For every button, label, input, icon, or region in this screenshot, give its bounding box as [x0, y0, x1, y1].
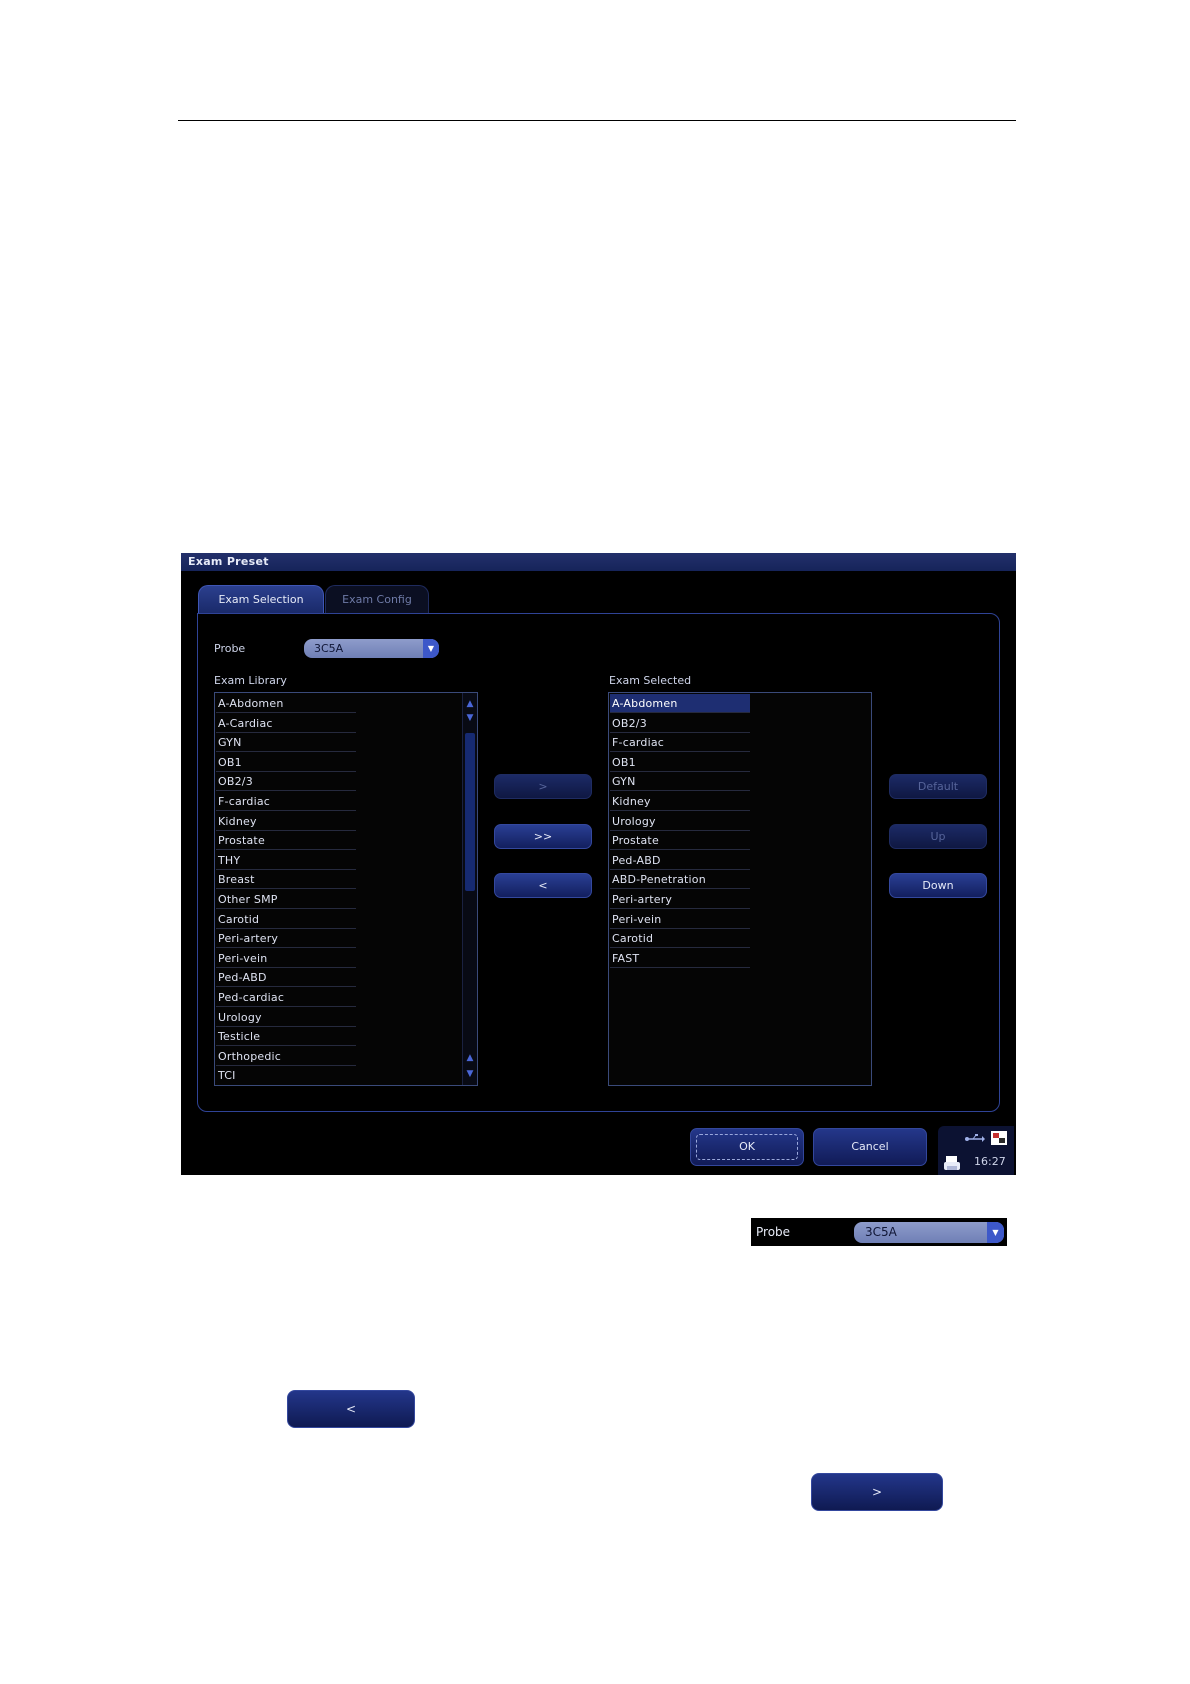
list-item[interactable]: Breast	[216, 870, 356, 890]
scroll-down-icon[interactable]: ▼	[464, 1067, 476, 1081]
list-item[interactable]: F-cardiac	[216, 792, 356, 811]
page-rule	[178, 120, 1016, 121]
usb-icon	[965, 1134, 985, 1142]
printer-icon	[944, 1156, 960, 1170]
scroll-up-icon[interactable]: ▲	[464, 1051, 476, 1065]
list-item[interactable]: Other SMP	[216, 890, 356, 909]
list-item[interactable]: F-cardiac	[610, 733, 750, 753]
scrollbar-thumb[interactable]	[465, 733, 475, 891]
chevron-down-icon: ▼	[423, 639, 439, 658]
probe-field-snippet: Probe 3C5A ▼	[751, 1218, 1007, 1246]
list-item[interactable]: Kidney	[216, 812, 356, 831]
list-item[interactable]: Ped-cardiac	[216, 988, 356, 1007]
add-exam-button[interactable]: >	[494, 774, 592, 799]
list-item[interactable]: Prostate	[216, 831, 356, 851]
remove-exam-button[interactable]: <	[287, 1390, 415, 1428]
list-item[interactable]: Testicle	[216, 1027, 356, 1047]
list-item[interactable]: A-Abdomen	[216, 694, 356, 713]
list-item[interactable]: TCI	[216, 1066, 356, 1085]
probe-select-value: 3C5A	[314, 642, 344, 655]
exam-library-list[interactable]: A-Abdomen A-Cardiac GYN OB1 OB2/3 F-card…	[214, 692, 478, 1086]
list-item[interactable]: A-Abdomen	[610, 694, 750, 713]
list-item[interactable]: Prostate	[610, 831, 750, 851]
list-item[interactable]: Peri-vein	[216, 949, 356, 968]
list-item[interactable]: Ped-ABD	[610, 851, 750, 870]
tab-exam-selection[interactable]: Exam Selection	[198, 585, 324, 613]
list-item[interactable]: Peri-artery	[610, 890, 750, 909]
scroll-up-icon[interactable]: ▲	[464, 697, 476, 711]
exam-selected-list[interactable]: A-Abdomen OB2/3 F-cardiac OB1 GYN Kidney…	[608, 692, 872, 1086]
list-item[interactable]: OB1	[610, 753, 750, 772]
move-down-button[interactable]: Down	[889, 873, 987, 898]
list-item[interactable]: Carotid	[610, 929, 750, 949]
probe-select[interactable]: 3C5A ▼	[854, 1222, 1004, 1243]
list-item[interactable]: Urology	[216, 1008, 356, 1027]
list-item[interactable]: OB2/3	[610, 714, 750, 733]
list-item[interactable]: OB1	[216, 753, 356, 772]
list-item[interactable]: THY	[216, 851, 356, 870]
library-scrollbar[interactable]: ▲ ▼ ▲ ▼	[462, 693, 477, 1085]
list-item[interactable]: OB2/3	[216, 772, 356, 792]
list-item[interactable]: A-Cardiac	[216, 714, 356, 733]
move-up-button[interactable]: Up	[889, 824, 987, 849]
list-item[interactable]: Urology	[610, 812, 750, 831]
list-item[interactable]: Kidney	[610, 792, 750, 811]
remove-exam-button[interactable]: <	[494, 873, 592, 898]
list-item[interactable]: Peri-artery	[216, 929, 356, 949]
chevron-down-icon: ▼	[987, 1222, 1004, 1243]
focus-ring	[696, 1134, 798, 1160]
exam-preset-dialog: Exam Preset Exam Selection Exam Config P…	[181, 553, 1016, 1175]
probe-select[interactable]: 3C5A ▼	[304, 639, 439, 658]
status-tray: 16:27	[938, 1126, 1014, 1175]
dialog-title: Exam Preset	[181, 553, 1016, 571]
list-item[interactable]: ABD-Penetration	[610, 870, 750, 890]
list-item[interactable]: Carotid	[216, 910, 356, 929]
clock: 16:27	[974, 1155, 1006, 1168]
add-all-exams-button[interactable]: >>	[494, 824, 592, 849]
ok-button[interactable]: OK	[690, 1128, 804, 1166]
add-exam-button[interactable]: >	[811, 1473, 943, 1511]
list-item[interactable]: Orthopedic	[216, 1047, 356, 1066]
default-button[interactable]: Default	[889, 774, 987, 799]
network-icon	[991, 1131, 1007, 1145]
probe-label: Probe	[756, 1225, 791, 1239]
exam-library-label: Exam Library	[214, 674, 287, 687]
list-item[interactable]: Ped-ABD	[216, 968, 356, 988]
cancel-button[interactable]: Cancel	[813, 1128, 927, 1166]
list-item[interactable]: GYN	[610, 772, 750, 792]
list-item[interactable]: GYN	[216, 733, 356, 753]
list-item[interactable]: Peri-vein	[610, 910, 750, 929]
exam-selected-label: Exam Selected	[609, 674, 692, 687]
scroll-down-icon[interactable]: ▼	[464, 711, 476, 725]
list-item[interactable]: FAST	[610, 949, 750, 968]
probe-label: Probe	[214, 642, 246, 655]
probe-select-value: 3C5A	[865, 1225, 897, 1239]
tab-exam-config[interactable]: Exam Config	[325, 585, 429, 613]
